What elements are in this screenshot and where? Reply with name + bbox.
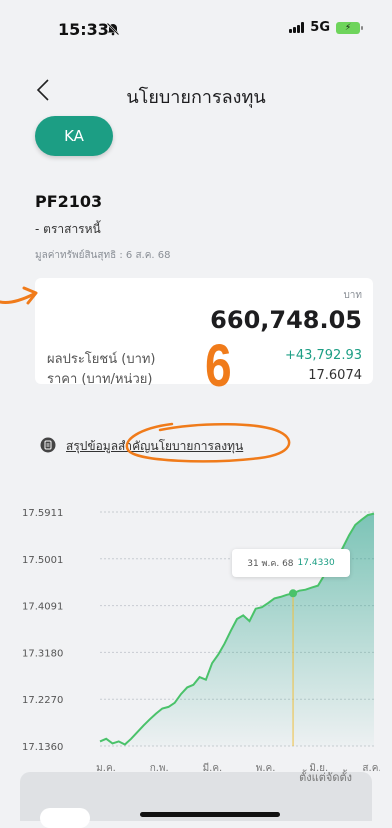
signal-icon	[289, 22, 305, 33]
y-tick-label: 17.2270	[22, 695, 63, 706]
period-active-tab[interactable]	[40, 808, 90, 828]
y-tick-label: 17.5911	[22, 508, 63, 519]
class-ka-button[interactable]: KA	[35, 116, 113, 156]
status-time: 15:33	[58, 20, 109, 39]
chart-tooltip: 31 พ.ค. 68 17.4330	[232, 549, 350, 577]
document-icon	[40, 437, 56, 453]
y-tick-label: 17.3180	[22, 648, 63, 659]
tooltip-value: 17.4330	[297, 558, 335, 568]
home-indicator	[140, 812, 280, 817]
total-amount: 660,748.05	[210, 306, 362, 334]
tooltip-date: 31 พ.ค. 68	[247, 559, 294, 569]
network-label: 5G	[310, 20, 330, 35]
fund-type: - ตราสารหนี้	[35, 222, 101, 236]
page-title: นโยบายการลงทุน	[126, 87, 266, 108]
status-right: 5G ⚡	[289, 20, 363, 35]
y-tick-label: 17.4091	[22, 602, 63, 613]
price-label: ราคา (บาท/หน่วย)	[47, 372, 153, 387]
nav-date: มูลค่าทรัพย์สินสุทธิ : 6 ส.ค. 68	[35, 250, 171, 261]
profit-value: +43,792.93	[284, 348, 362, 363]
y-axis-labels: 17.5911 17.5001 17.4091 17.3180 17.2270 17.13…	[22, 508, 63, 753]
y-tick-label: 17.5001	[22, 555, 63, 566]
annotation-arrow	[0, 282, 40, 316]
nav-chart[interactable]: 17.5911 17.5001 17.4091 17.3180 17.2270 17.13…	[20, 490, 380, 780]
fund-code: PF2103	[35, 192, 103, 211]
currency-label: บาท	[343, 290, 362, 301]
profit-label: ผลประโยชน์ (บาท)	[47, 352, 156, 367]
bell-muted-icon	[106, 22, 120, 39]
y-tick-label: 17.1360	[22, 742, 63, 753]
price-value: 17.6074	[308, 368, 362, 383]
highlight-point	[289, 589, 298, 598]
battery-charging-icon: ⚡	[336, 21, 363, 34]
period-since-inception[interactable]: ตั้งแต่จัดตั้ง	[292, 771, 352, 784]
annotation-oval	[120, 418, 295, 472]
annotation-number: 6	[205, 332, 232, 399]
